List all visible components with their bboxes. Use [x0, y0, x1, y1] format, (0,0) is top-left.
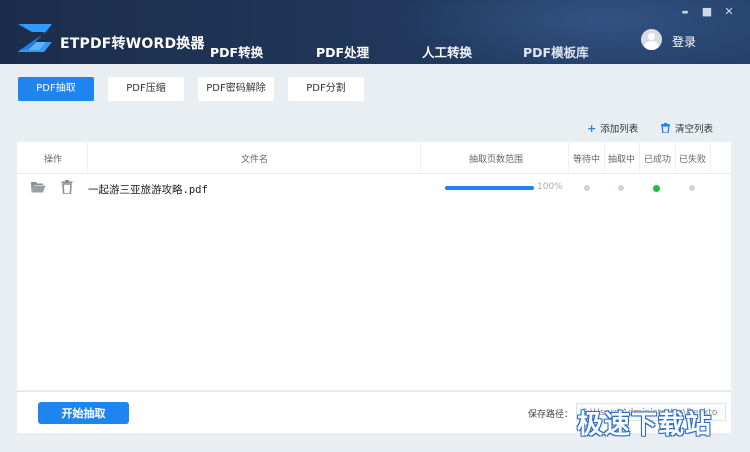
- col-extracting: 抽取中: [608, 155, 636, 165]
- plus-icon: +: [587, 122, 597, 135]
- subtab-pdf-password-remove[interactable]: PDF密码解除: [198, 77, 274, 101]
- subtab-pdf-compress[interactable]: PDF压缩: [108, 77, 184, 101]
- file-name: 一起游三亚旅游攻略.pdf: [88, 184, 208, 196]
- delete-icon[interactable]: [59, 180, 75, 194]
- app-title: ETPDF转WORD换器: [60, 36, 205, 52]
- col-failed: 已失败: [679, 155, 707, 165]
- progress-percent: 100%: [537, 182, 563, 192]
- table-row: 一起游三亚旅游攻略.pdf 100%: [17, 176, 731, 200]
- trash-icon: [661, 123, 670, 134]
- header-bar: ETPDF转WORD换器 PDF转换 PDF处理 人工转换 PDF模板库: [0, 0, 750, 64]
- folder-open-icon[interactable]: [30, 180, 46, 194]
- col-page-range: 抽取页数范围: [469, 155, 524, 165]
- start-extract-button[interactable]: 开始抽取: [38, 402, 129, 424]
- app-window: ETPDF转WORD换器 PDF转换 PDF处理 人工转换 PDF模板库 ▬ ■…: [0, 0, 750, 452]
- status-waiting-dot: [584, 185, 590, 191]
- login-link[interactable]: 登录: [672, 33, 696, 50]
- subtab-pdf-extract[interactable]: PDF抽取: [18, 77, 94, 101]
- close-icon[interactable]: ✕: [722, 6, 736, 18]
- tab-pdf-process[interactable]: PDF处理: [316, 42, 369, 61]
- col-waiting: 等待中: [573, 155, 601, 165]
- status-extracting-dot: [618, 185, 624, 191]
- col-success: 已成功: [644, 155, 672, 165]
- col-actions: 操作: [44, 155, 63, 165]
- status-success-dot: [653, 184, 660, 192]
- col-filename: 文件名: [241, 155, 269, 165]
- app-logo-icon: [18, 24, 52, 52]
- save-path-label: 保存路径：: [528, 410, 574, 420]
- add-list-button[interactable]: + 添加列表: [587, 121, 638, 135]
- maximize-icon[interactable]: ■: [700, 6, 714, 18]
- tab-pdf-convert[interactable]: PDF转换: [210, 42, 263, 61]
- tab-manual-convert[interactable]: 人工转换: [422, 42, 472, 61]
- window-controls: ▬ ■ ✕: [678, 6, 736, 18]
- progress-fill: [445, 186, 534, 190]
- status-failed-dot: [689, 185, 695, 191]
- file-table: 操作 文件名 抽取页数范围 等待中 抽取中 已成功 已失败 一起游三亚旅游攻略.…: [17, 142, 731, 390]
- subtab-pdf-split[interactable]: PDF分割: [288, 77, 364, 101]
- clear-list-button[interactable]: 清空列表: [661, 121, 713, 135]
- minimize-icon[interactable]: ▬: [678, 6, 692, 18]
- site-watermark: 极速下载站: [577, 410, 713, 440]
- tab-pdf-templates[interactable]: PDF模板库: [523, 42, 589, 61]
- table-header: 操作 文件名 抽取页数范围 等待中 抽取中 已成功 已失败: [17, 142, 731, 174]
- avatar[interactable]: [641, 29, 662, 50]
- progress-bar: [445, 186, 534, 190]
